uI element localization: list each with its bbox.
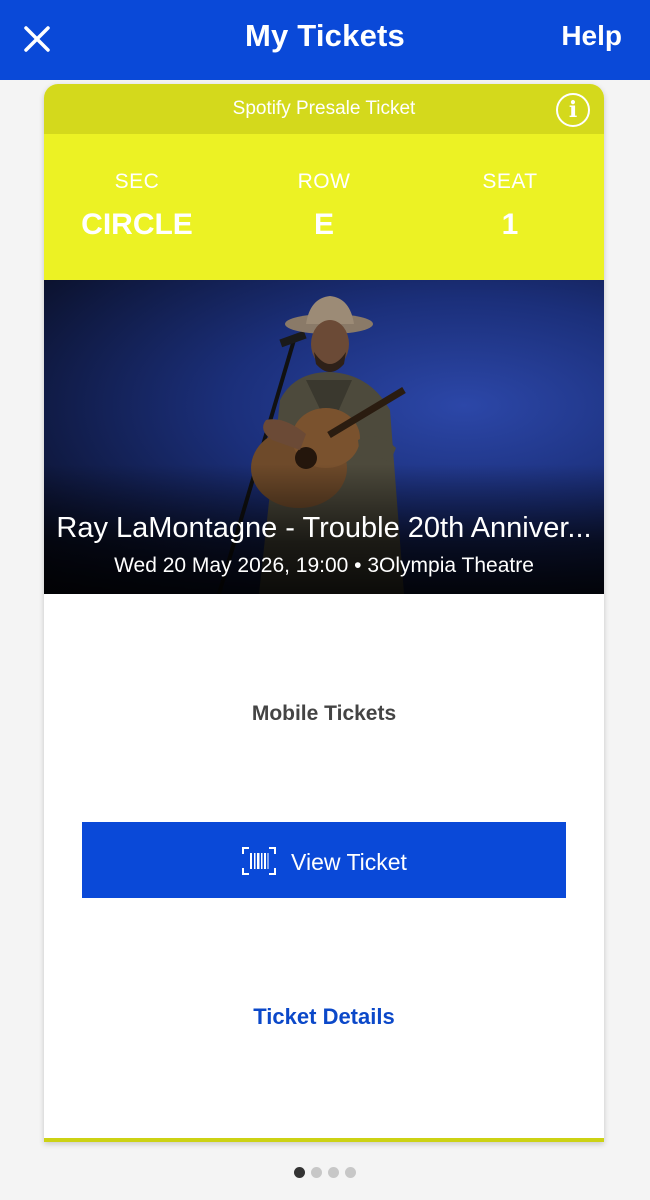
top-bar: My Tickets Help [0,0,650,80]
row-info: ROW E [231,170,417,242]
view-ticket-button-content: View Ticket [82,846,566,876]
barcode-icon [242,847,277,875]
view-ticket-button[interactable]: View Ticket [82,822,566,898]
event-title: Ray LaMontagne - Trouble 20th Anniver... [56,512,592,544]
page-title: My Tickets [245,18,405,53]
seat-info-col: SEAT 1 [417,170,603,242]
event-datetime-venue: Wed 20 May 2026, 19:00 • 3Olympia Theatr… [114,554,534,577]
ticket-card[interactable]: Spotify Presale Ticket i SEC CIRCLE ROW … [44,84,604,1142]
row-label: ROW [297,170,351,193]
ticket-details-link[interactable]: Ticket Details [44,1004,604,1030]
card-bottom-bar [44,1138,604,1142]
view-ticket-label: View Ticket [291,849,407,875]
page-dot[interactable] [294,1167,305,1178]
section-value: CIRCLE [81,208,193,241]
page-dot[interactable] [311,1167,322,1178]
row-value: E [313,208,334,241]
mobile-tickets-label: Mobile Tickets [251,702,397,725]
event-image: Ray LaMontagne - Trouble 20th Anniver...… [44,280,604,594]
section-label: SEC [114,170,160,193]
seat-info: SEC CIRCLE ROW E SEAT 1 [44,134,604,280]
seat-label: SEAT [482,170,538,193]
section-info: SEC CIRCLE [44,170,230,242]
info-icon[interactable]: i [556,93,590,127]
page-dot[interactable] [328,1167,339,1178]
help-button[interactable]: Help [561,20,622,52]
ticket-header: Spotify Presale Ticket i [44,84,604,134]
seat-value: 1 [501,208,519,241]
page-indicator [0,1165,650,1183]
page-dot[interactable] [345,1167,356,1178]
presale-label: Spotify Presale Ticket [232,98,416,119]
